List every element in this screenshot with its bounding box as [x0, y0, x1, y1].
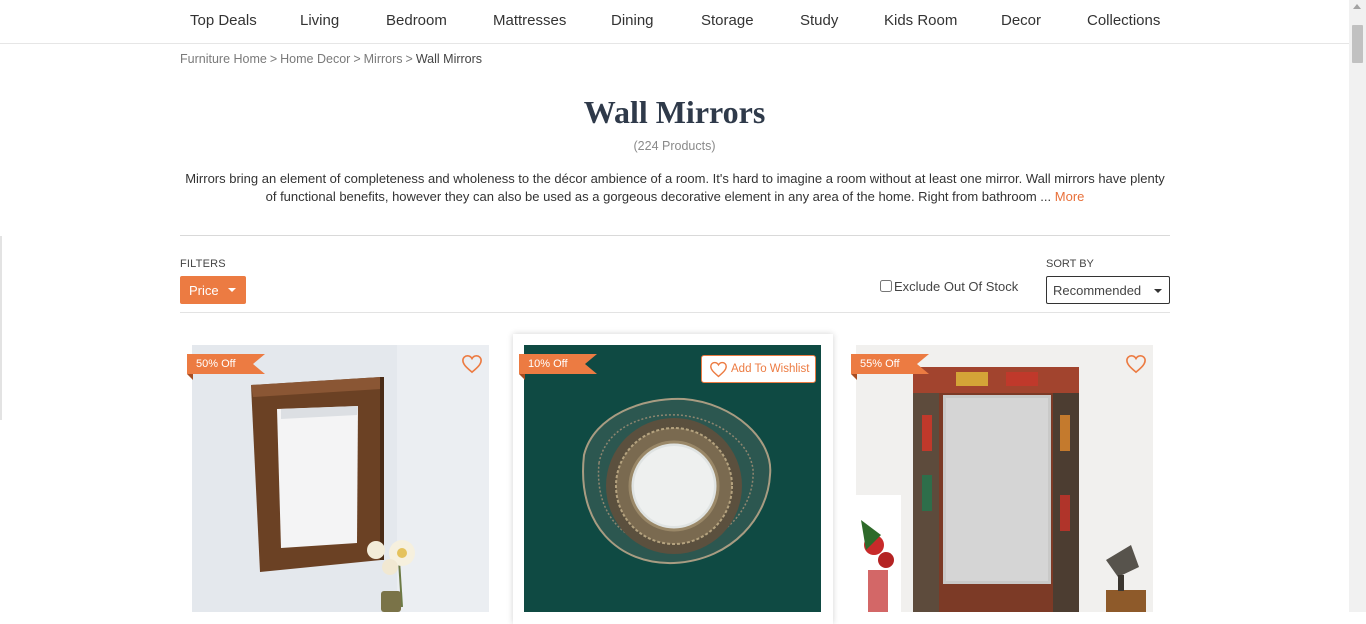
- side-panel-edge: [0, 236, 2, 420]
- filters-label: FILTERS: [180, 258, 226, 270]
- breadcrumb-furniture-home[interactable]: Furniture Home: [180, 52, 267, 66]
- product-card[interactable]: [192, 345, 489, 612]
- product-image-wooden-mirror[interactable]: [192, 345, 489, 612]
- nav-item-storage[interactable]: Storage: [701, 12, 754, 29]
- discount-text: 50% Off: [196, 358, 236, 370]
- badge-fold: [851, 374, 857, 380]
- chevron-down-icon: [228, 288, 236, 292]
- breadcrumb-mirrors[interactable]: Mirrors: [364, 52, 403, 66]
- nav-item-study[interactable]: Study: [800, 12, 838, 29]
- breadcrumb-current: Wall Mirrors: [415, 52, 483, 66]
- breadcrumb-home-decor[interactable]: Home Decor: [280, 52, 350, 66]
- page-title: Wall Mirrors: [583, 94, 766, 130]
- badge-notch: [585, 354, 597, 374]
- nav-item-living[interactable]: Living: [300, 12, 339, 29]
- exclude-out-of-stock-checkbox[interactable]: [880, 280, 892, 292]
- discount-badge: 55% Off: [851, 354, 929, 380]
- breadcrumb-separator: >: [353, 52, 361, 66]
- discount-text: 10% Off: [528, 358, 568, 370]
- divider: [180, 312, 1170, 313]
- badge-notch: [917, 354, 929, 374]
- product-image-painted-mirror[interactable]: [856, 345, 1153, 612]
- nav-item-dining[interactable]: Dining: [611, 12, 654, 29]
- nav-item-decor[interactable]: Decor: [1001, 12, 1041, 29]
- breadcrumb-separator: >: [405, 52, 413, 66]
- badge-fold: [187, 374, 193, 380]
- read-more-link[interactable]: More: [1055, 189, 1085, 204]
- category-description: Mirrors bring an element of completeness…: [180, 170, 1170, 206]
- discount-text: 55% Off: [860, 358, 900, 370]
- description-text: Mirrors bring an element of completeness…: [185, 171, 1165, 204]
- wishlist-heart-icon[interactable]: [1125, 354, 1147, 374]
- top-navigation: Top Deals Living Bedroom Mattresses Dini…: [0, 0, 1349, 44]
- exclude-out-of-stock[interactable]: Exclude Out Of Stock: [880, 279, 1018, 294]
- badge-fold: [519, 374, 525, 380]
- badge-notch: [253, 354, 265, 374]
- add-to-wishlist-label: Add To Wishlist: [731, 363, 810, 375]
- product-image-round-mesh-mirror[interactable]: [524, 345, 821, 612]
- sort-by-select[interactable]: Recommended: [1046, 276, 1170, 304]
- heart-icon: [710, 361, 727, 378]
- nav-item-collections[interactable]: Collections: [1087, 12, 1160, 29]
- breadcrumb: Furniture Home > Home Decor > Mirrors > Wall M…: [180, 52, 482, 66]
- product-count: (224 Products): [633, 139, 716, 153]
- sort-by-value: Recommended: [1053, 283, 1142, 298]
- nav-item-bedroom[interactable]: Bedroom: [386, 12, 447, 29]
- product-card[interactable]: [524, 345, 821, 612]
- nav-item-top-deals[interactable]: Top Deals: [190, 12, 257, 29]
- scrollbar-thumb[interactable]: [1352, 25, 1363, 63]
- breadcrumb-separator: >: [269, 52, 278, 66]
- nav-item-kids-room[interactable]: Kids Room: [884, 12, 957, 29]
- discount-badge: 50% Off: [187, 354, 265, 380]
- scroll-up-arrow-icon[interactable]: [1353, 4, 1361, 9]
- price-filter-button[interactable]: Price: [180, 276, 246, 304]
- nav-item-mattresses[interactable]: Mattresses: [493, 12, 566, 29]
- discount-badge: 10% Off: [519, 354, 597, 380]
- product-card[interactable]: [856, 345, 1153, 612]
- chevron-down-icon: [1154, 289, 1162, 293]
- page-scrollbar[interactable]: [1349, 0, 1366, 612]
- divider: [180, 235, 1170, 236]
- exclude-out-of-stock-label: Exclude Out Of Stock: [894, 279, 1019, 294]
- wishlist-heart-icon[interactable]: [461, 354, 483, 374]
- add-to-wishlist-button[interactable]: Add To Wishlist: [701, 355, 816, 383]
- sort-by-label: SORT BY: [1046, 258, 1094, 270]
- price-filter-label: Price: [189, 283, 219, 298]
